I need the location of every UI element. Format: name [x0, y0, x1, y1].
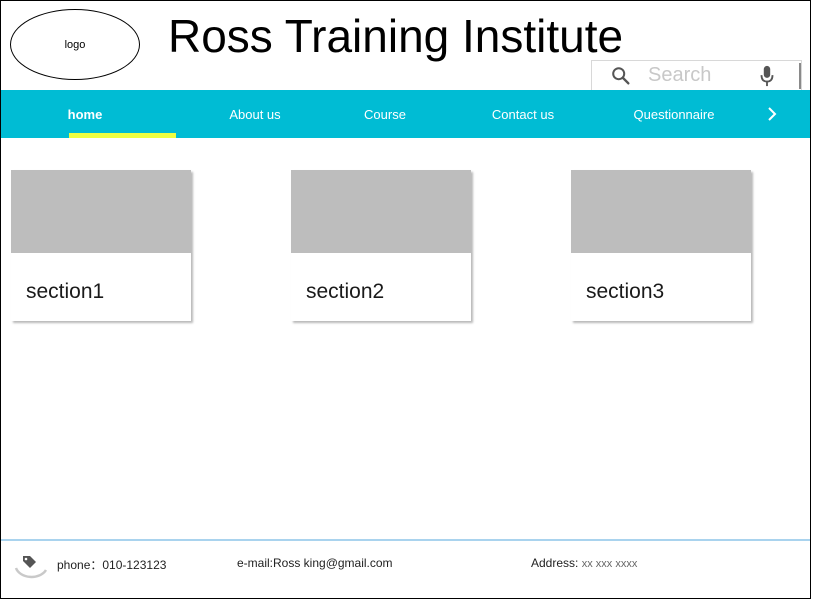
tag-icon — [14, 556, 48, 579]
section-card-3[interactable]: section3 — [571, 170, 751, 321]
section-image-placeholder — [571, 170, 751, 253]
nav-active-indicator — [69, 133, 176, 138]
search-icon[interactable] — [610, 65, 632, 87]
search-input[interactable] — [648, 64, 748, 87]
site-title: Ross Training Institute — [168, 10, 624, 62]
chevron-right-icon[interactable] — [762, 104, 782, 124]
logo-label: logo — [64, 38, 86, 51]
logo[interactable]: logo — [10, 9, 140, 80]
section-image-placeholder — [291, 170, 471, 253]
footer-address-label: Address: — [531, 556, 579, 570]
footer-divider — [1, 539, 810, 541]
section-card-2[interactable]: section2 — [291, 170, 471, 321]
footer-address: Address: xx xxx xxxx — [531, 556, 637, 570]
search-bar — [591, 60, 802, 90]
footer-phone: phone：010-123123 — [57, 558, 167, 572]
nav-item-questionnaire[interactable]: Questionnaire — [624, 90, 724, 138]
mic-icon[interactable] — [758, 65, 776, 87]
nav-bar: home About us Course Contact us Question… — [1, 90, 810, 138]
nav-item-course[interactable]: Course — [337, 90, 433, 138]
footer-address-value: xx xxx xxxx — [581, 558, 638, 570]
section-title: section2 — [306, 280, 385, 303]
footer-email: e-mail:Ross king@gmail.com — [237, 556, 393, 570]
nav-item-about-us[interactable]: About us — [207, 90, 303, 138]
search-divider — [799, 63, 801, 89]
section-card-1[interactable]: section1 — [11, 170, 191, 321]
section-image-placeholder — [11, 170, 191, 253]
section-title: section1 — [26, 280, 105, 303]
nav-item-home[interactable]: home — [37, 90, 133, 138]
nav-item-contact-us[interactable]: Contact us — [475, 90, 571, 138]
section-title: section3 — [586, 280, 665, 303]
